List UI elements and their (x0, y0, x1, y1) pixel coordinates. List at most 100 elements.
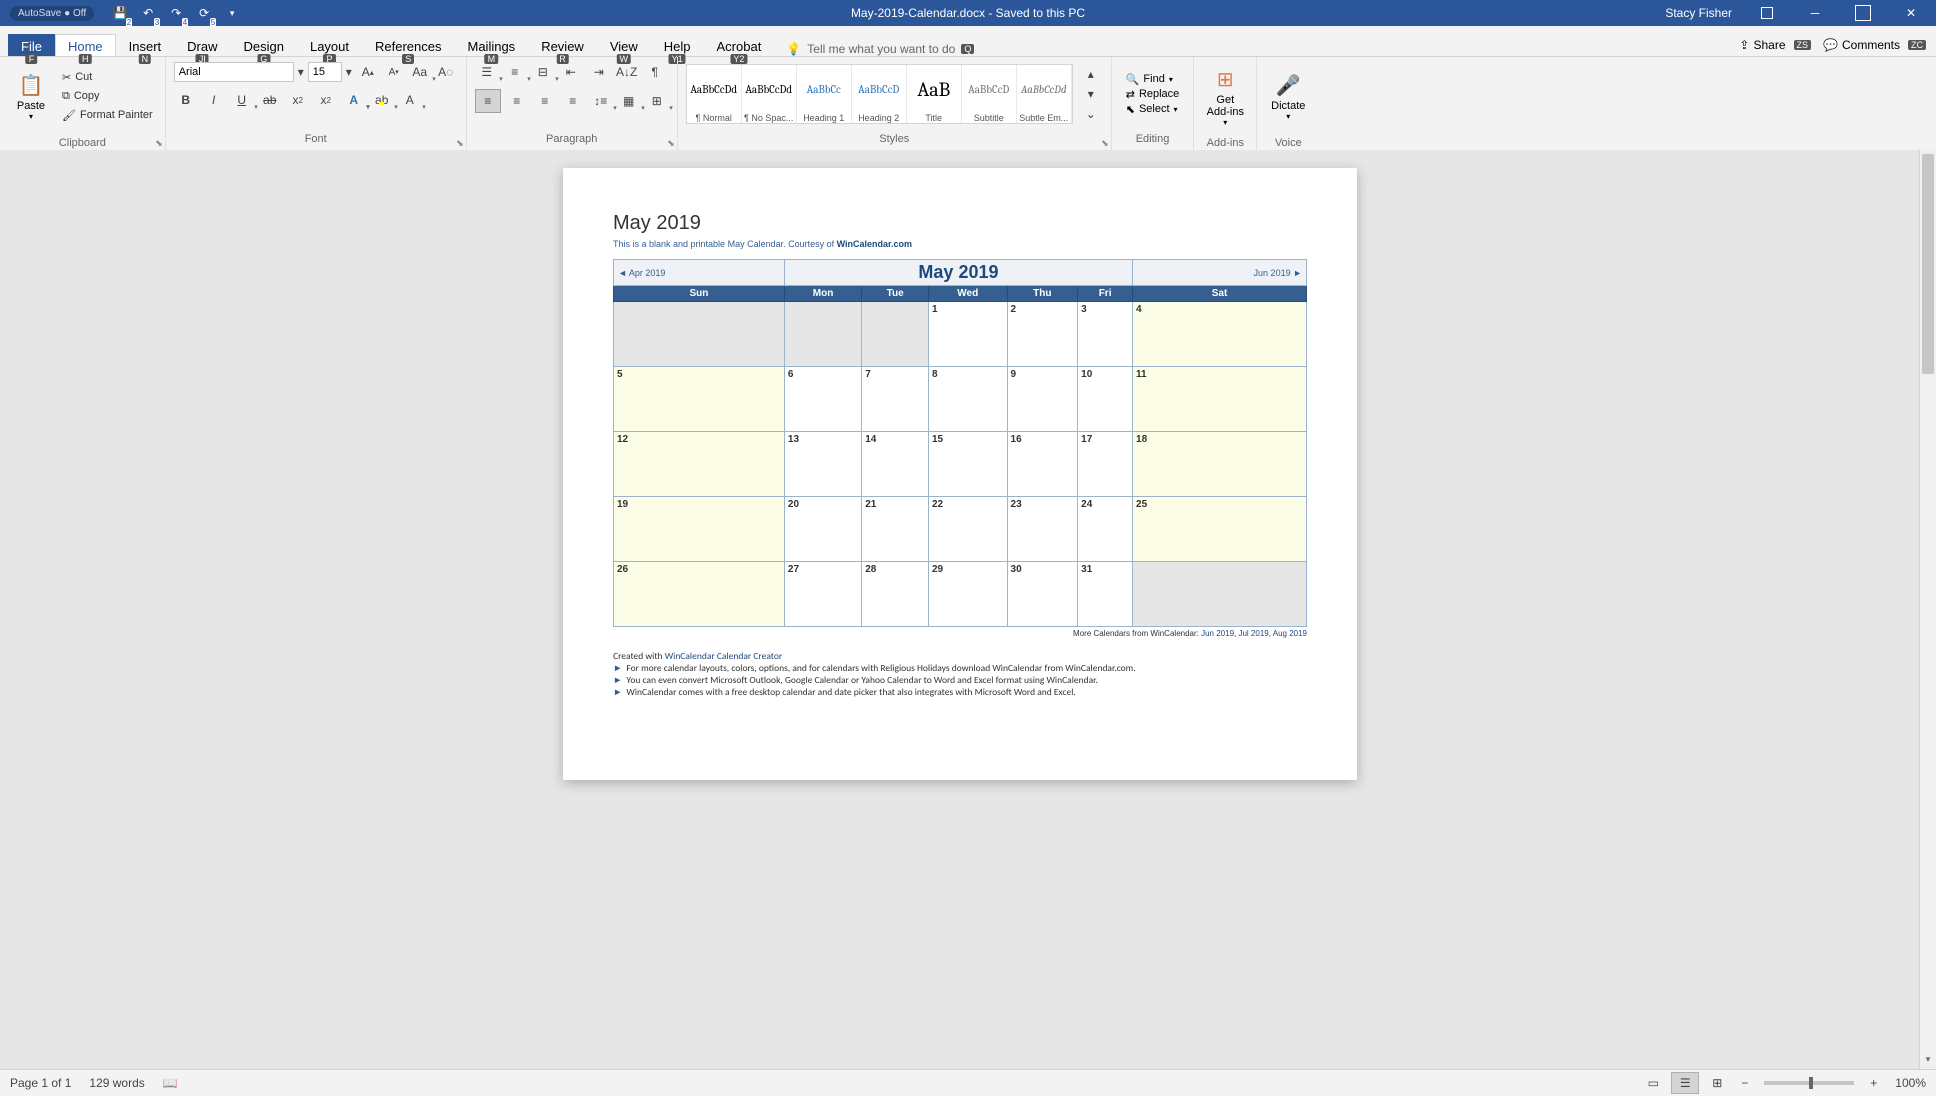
highlight-button[interactable]: ab (370, 89, 394, 111)
styles-gallery[interactable]: AaBbCcDd¶ NormalAaBbCcDd¶ No Spac... AaBb… (686, 64, 1073, 124)
cut-button[interactable]: ✂Cut (58, 69, 157, 86)
subscript-button[interactable]: x2 (286, 89, 310, 111)
increase-indent-button[interactable]: ⇥ (587, 61, 611, 83)
calendar-cell[interactable]: 17 (1078, 432, 1133, 497)
copy-button[interactable]: ⧉Copy (58, 88, 157, 105)
calendar-cell[interactable]: 27 (784, 562, 861, 627)
tab-layout[interactable]: LayoutP (297, 34, 362, 56)
font-size-input[interactable] (308, 62, 342, 82)
tab-acrobat[interactable]: AcrobatY2 (704, 34, 775, 56)
increase-font-button[interactable]: A▴ (356, 61, 380, 83)
tab-mailings[interactable]: MailingsM (455, 34, 529, 56)
undo-icon[interactable]: ↶3 (138, 3, 158, 23)
refresh-icon[interactable]: ⟳5 (194, 3, 214, 23)
calendar-cell[interactable]: 12 (614, 432, 785, 497)
web-layout-button[interactable]: ⊞ (1703, 1072, 1731, 1094)
dictate-button[interactable]: 🎤 Dictate ▾ (1265, 61, 1311, 131)
clear-formatting-button[interactable]: A◌ (434, 61, 458, 83)
calendar-cell[interactable]: 30 (1007, 562, 1078, 627)
calendar-cell[interactable]: 16 (1007, 432, 1078, 497)
calendar-cell[interactable]: 7 (862, 367, 929, 432)
calendar-cell[interactable]: 14 (862, 432, 929, 497)
get-addins-button[interactable]: ⊞ Get Add-ins ▾ (1202, 61, 1248, 131)
shading-button[interactable]: ▦ (617, 90, 641, 112)
font-name-input[interactable] (174, 62, 294, 82)
multilevel-list-button[interactable]: ⊟ (531, 61, 555, 83)
calendar-cell[interactable]: 2 (1007, 302, 1078, 367)
tab-insert[interactable]: InsertN (116, 34, 175, 56)
calendar-cell[interactable]: 9 (1007, 367, 1078, 432)
document-page[interactable]: May 2019 This is a blank and printable M… (563, 168, 1357, 780)
calendar-cell[interactable]: 23 (1007, 497, 1078, 562)
spellcheck-icon[interactable]: 📖 (163, 1076, 178, 1090)
align-center-button[interactable]: ≡ (505, 90, 529, 112)
print-layout-button[interactable]: ☰ (1671, 1072, 1699, 1094)
calendar-cell[interactable]: 18 (1133, 432, 1307, 497)
tab-draw[interactable]: DrawJI (174, 34, 230, 56)
footnote-bullet[interactable]: ►For more calendar layouts, colors, opti… (613, 662, 1307, 674)
tab-file[interactable]: FileF (8, 34, 55, 56)
style-item[interactable]: AaBbCcDd¶ Normal (687, 65, 742, 123)
sort-button[interactable]: A↓Z (615, 61, 639, 83)
calendar-cell[interactable]: 11 (1133, 367, 1307, 432)
doc-subtitle[interactable]: This is a blank and printable May Calend… (613, 239, 1307, 249)
strikethrough-button[interactable]: ab (258, 89, 282, 111)
calendar-cell[interactable]: 3 (1078, 302, 1133, 367)
font-size-dropdown[interactable]: ▾ (344, 61, 354, 83)
minimize-button[interactable]: ─ (1792, 0, 1838, 26)
zoom-out-button[interactable]: − (1735, 1076, 1754, 1090)
share-button[interactable]: ⇪ShareZS (1739, 38, 1811, 52)
calendar-cell[interactable]: 29 (929, 562, 1008, 627)
text-effects-button[interactable]: A (342, 89, 366, 111)
styles-scroll-up-button[interactable]: ▴ (1079, 65, 1103, 83)
calendar-cell[interactable] (1133, 562, 1307, 627)
more-calendar-link[interactable]: Aug 2019 (1273, 629, 1307, 638)
document-canvas[interactable]: May 2019 This is a blank and printable M… (0, 150, 1920, 1070)
font-color-button[interactable]: A (398, 89, 422, 111)
style-item[interactable]: AaBbCcDdSubtle Em... (1017, 65, 1072, 123)
styles-scroll-down-button[interactable]: ▾ (1079, 85, 1103, 103)
calendar-table[interactable]: ◄ Apr 2019 May 2019 Jun 2019 ► SunMonTue… (613, 259, 1307, 627)
calendar-cell[interactable]: 31 (1078, 562, 1133, 627)
calendar-cell[interactable]: 13 (784, 432, 861, 497)
scroll-down-arrow[interactable]: ▾ (1920, 1054, 1936, 1070)
close-button[interactable]: ✕ (1888, 0, 1934, 26)
decrease-font-button[interactable]: A▾ (382, 61, 406, 83)
calendar-cell[interactable] (784, 302, 861, 367)
align-right-button[interactable]: ≡ (533, 90, 557, 112)
doc-heading[interactable]: May 2019 (613, 212, 1307, 235)
prev-month-link[interactable]: ◄ Apr 2019 (614, 260, 785, 286)
wincalendar-creator-link[interactable]: WinCalendar Calendar Creator (665, 650, 783, 662)
qat-customize-icon[interactable]: ▾ (222, 3, 242, 23)
zoom-level[interactable]: 100% (1895, 1076, 1926, 1090)
calendar-cell[interactable]: 4 (1133, 302, 1307, 367)
underline-button[interactable]: U (230, 89, 254, 111)
tab-review[interactable]: ReviewR (528, 34, 597, 56)
styles-dialog-launcher[interactable]: ⬊ (1101, 138, 1109, 149)
calendar-cell[interactable]: 1 (929, 302, 1008, 367)
word-count[interactable]: 129 words (89, 1076, 144, 1090)
tab-help[interactable]: HelpY1 (651, 34, 704, 56)
calendar-cell[interactable]: 6 (784, 367, 861, 432)
justify-button[interactable]: ≡ (561, 90, 585, 112)
paste-button[interactable]: 📋 Paste ▾ (8, 61, 54, 131)
calendar-cell[interactable]: 19 (614, 497, 785, 562)
style-item[interactable]: AaBbCcDd¶ No Spac... (742, 65, 797, 123)
style-item[interactable]: AaBbCcDHeading 2 (852, 65, 907, 123)
calendar-cell[interactable]: 5 (614, 367, 785, 432)
tab-design[interactable]: DesignG (231, 34, 297, 56)
font-dialog-launcher[interactable]: ⬊ (456, 138, 464, 149)
tab-view[interactable]: ViewW (597, 34, 651, 56)
clipboard-dialog-launcher[interactable]: ⬊ (155, 138, 163, 149)
calendar-cell[interactable]: 22 (929, 497, 1008, 562)
select-button[interactable]: ⬉Select ▾ (1126, 103, 1180, 116)
autosave-toggle[interactable]: AutoSave ● Off (10, 6, 94, 21)
replace-button[interactable]: ⇄Replace (1126, 88, 1180, 101)
redo-icon[interactable]: ↷4 (166, 3, 186, 23)
tell-me-search[interactable]: 💡 Tell me what you want to do Q (786, 42, 974, 56)
tab-home[interactable]: HomeH (55, 34, 116, 56)
more-calendar-link[interactable]: Jun 2019 (1201, 629, 1234, 638)
borders-button[interactable]: ⊞ (645, 90, 669, 112)
style-item[interactable]: AaBTitle (907, 65, 962, 123)
calendar-cell[interactable]: 26 (614, 562, 785, 627)
